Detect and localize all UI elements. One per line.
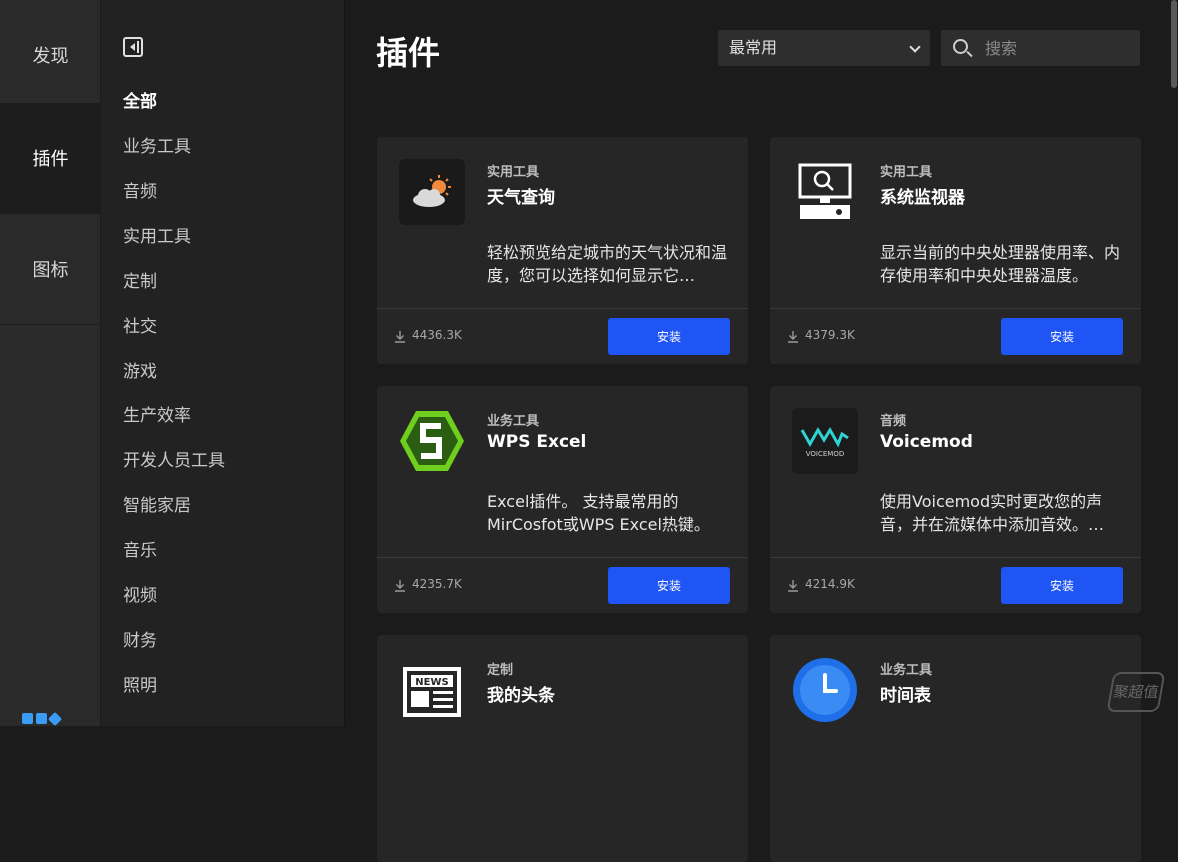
plugin-name: Voicemod: [880, 432, 973, 452]
plugin-name: WPS Excel: [487, 432, 587, 452]
monitor-icon: [792, 159, 858, 225]
plugin-description: 轻松预览给定城市的天气状况和温度，您可以选择如何显示它…: [487, 243, 728, 285]
plugin-card[interactable]: 业务工具 时间表: [770, 635, 1141, 862]
plugin-description: 使用Voicemod实时更改您的声音，并在流媒体中添加音效。…: [880, 492, 1105, 534]
news-icon: NEWS: [399, 657, 465, 723]
card-footer: 4214.9K 安装: [770, 557, 1141, 613]
download-count: 4214.9K: [805, 577, 855, 591]
rail-item-discover[interactable]: 发现: [0, 0, 101, 111]
category-utilities[interactable]: 实用工具: [123, 223, 191, 251]
plugin-name: 时间表: [880, 686, 931, 706]
category-business-tools[interactable]: 业务工具: [123, 133, 191, 161]
plugin-description: Excel插件。 支持最常用的MirCosfot或WPS Excel热键。: [487, 492, 710, 534]
search-box[interactable]: [941, 30, 1140, 66]
wps-excel-icon: [399, 408, 465, 474]
download-icon: [788, 331, 798, 343]
category-smart-home[interactable]: 智能家居: [123, 492, 191, 520]
main-content: 插件 最常用 实用工具 天气查询 轻松预览给定城市的天气状况和温度，您可以: [345, 0, 1178, 862]
category-all[interactable]: 全部: [123, 88, 157, 116]
rail-item-label: 图标: [32, 260, 69, 281]
app-logo-icon: [22, 711, 63, 726]
plugin-card[interactable]: VOICEMOD 音频 Voicemod 使用Voicemod实时更改您的声音，…: [770, 386, 1141, 613]
scrollbar-thumb[interactable]: [1171, 0, 1177, 88]
rail-item-plugins[interactable]: 插件: [0, 103, 101, 214]
plugin-category: 音频: [880, 414, 907, 429]
plugin-description: 显示当前的中央处理器使用率、内存使用率和中央处理器温度。: [880, 243, 1121, 285]
category-lighting[interactable]: 照明: [123, 672, 157, 700]
search-icon: [953, 39, 968, 54]
watermark-logo: 聚超值: [1106, 672, 1166, 712]
download-icon: [395, 331, 405, 343]
plugin-category: 实用工具: [487, 165, 540, 180]
scrollbar[interactable]: [1170, 0, 1178, 726]
rail-item-label: 发现: [32, 46, 69, 67]
category-sidebar: 全部 业务工具 音频 实用工具 定制 社交 游戏 生产效率 开发人员工具 智能家…: [101, 0, 345, 726]
category-productivity[interactable]: 生产效率: [123, 402, 191, 430]
weather-icon: [399, 159, 465, 225]
plugin-card[interactable]: 实用工具 天气查询 轻松预览给定城市的天气状况和温度，您可以选择如何显示它… 4…: [377, 137, 748, 364]
category-social[interactable]: 社交: [123, 313, 157, 341]
plugin-name: 天气查询: [487, 188, 555, 208]
category-audio[interactable]: 音频: [123, 178, 157, 206]
download-count: 4235.7K: [412, 577, 462, 591]
install-button[interactable]: 安装: [608, 567, 730, 604]
nav-rail: 发现 插件 图标: [0, 0, 101, 726]
plugin-card[interactable]: NEWS 定制 我的头条: [377, 635, 748, 862]
plugin-category: 业务工具: [880, 663, 933, 678]
rail-item-icons[interactable]: 图标: [0, 214, 101, 325]
download-icon: [395, 580, 405, 592]
plugin-name: 系统监视器: [880, 188, 965, 208]
install-button[interactable]: 安装: [1001, 567, 1123, 604]
category-video[interactable]: 视频: [123, 582, 157, 610]
category-music[interactable]: 音乐: [123, 537, 157, 565]
plugin-category: 实用工具: [880, 165, 933, 180]
download-count: 4436.3K: [412, 328, 462, 342]
category-games[interactable]: 游戏: [123, 358, 157, 386]
news-logo-text: NEWS: [415, 677, 448, 688]
plugin-category: 定制: [487, 663, 514, 678]
card-footer: 4436.3K 安装: [377, 308, 748, 364]
rail-item-label: 插件: [32, 149, 69, 170]
card-footer: 4235.7K 安装: [377, 557, 748, 613]
install-button[interactable]: 安装: [608, 318, 730, 355]
collapse-sidebar-icon[interactable]: [123, 37, 143, 57]
card-footer: 4379.3K 安装: [770, 308, 1141, 364]
voicemod-logo-text: VOICEMOD: [806, 450, 845, 458]
search-input[interactable]: [983, 30, 1133, 66]
clock-icon: [792, 657, 858, 723]
category-custom[interactable]: 定制: [123, 268, 157, 296]
plugin-category: 业务工具: [487, 414, 540, 429]
install-button[interactable]: 安装: [1001, 318, 1123, 355]
plugin-card[interactable]: 业务工具 WPS Excel Excel插件。 支持最常用的MirCosfot或…: [377, 386, 748, 613]
category-finance[interactable]: 财务: [123, 627, 157, 655]
category-developer-tools[interactable]: 开发人员工具: [123, 447, 225, 475]
download-icon: [788, 580, 798, 592]
chevron-down-icon: [909, 41, 921, 53]
sort-dropdown[interactable]: 最常用: [718, 30, 930, 66]
download-count: 4379.3K: [805, 328, 855, 342]
page-title: 插件: [376, 34, 441, 72]
plugin-card[interactable]: 实用工具 系统监视器 显示当前的中央处理器使用率、内存使用率和中央处理器温度。 …: [770, 137, 1141, 364]
voicemod-icon: VOICEMOD: [792, 408, 858, 474]
sort-value: 最常用: [729, 38, 778, 57]
plugin-name: 我的头条: [487, 686, 555, 706]
